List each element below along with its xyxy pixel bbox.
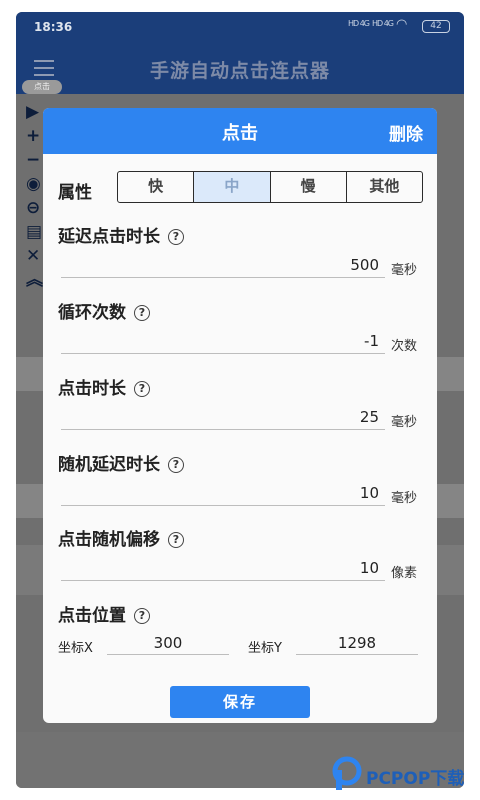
random-delay-unit: 毫秒 bbox=[391, 491, 418, 506]
speed-option-medium[interactable]: 中 bbox=[194, 172, 271, 202]
help-icon[interactable]: ? bbox=[168, 229, 184, 245]
delay-unit: 毫秒 bbox=[391, 263, 418, 278]
random-offset-input[interactable] bbox=[61, 555, 385, 581]
status-bar: 18:36 HD 4G HD 4G ◠ 42 bbox=[16, 12, 464, 42]
status-time: 18:36 bbox=[34, 20, 73, 34]
speed-option-other[interactable]: 其他 bbox=[347, 172, 422, 202]
signal-icon: HD 4G bbox=[372, 19, 394, 28]
field-label-random-offset: 点击随机偏移? bbox=[58, 525, 184, 550]
field-label-random-delay: 随机延迟时长? bbox=[58, 450, 184, 475]
speed-segmented-control: 快 中 慢 其他 bbox=[117, 171, 423, 203]
speed-option-slow[interactable]: 慢 bbox=[271, 172, 347, 202]
coord-x-label: 坐标X bbox=[58, 641, 93, 656]
field-label-text: 点击位置 bbox=[58, 606, 126, 626]
delay-input[interactable] bbox=[61, 252, 385, 278]
help-icon[interactable]: ? bbox=[168, 457, 184, 473]
help-icon[interactable]: ? bbox=[134, 305, 150, 321]
dialog-header: 点击 删除 bbox=[43, 108, 437, 154]
wifi-icon: ◠ bbox=[396, 17, 408, 32]
loop-count-input[interactable] bbox=[61, 328, 385, 354]
coord-y-input[interactable] bbox=[296, 631, 418, 655]
app-title: 手游自动点击连点器 bbox=[149, 60, 330, 82]
help-icon[interactable]: ? bbox=[168, 532, 184, 548]
help-icon[interactable]: ? bbox=[134, 381, 150, 397]
save-button[interactable]: 保存 bbox=[170, 686, 310, 718]
click-duration-input[interactable] bbox=[61, 404, 385, 430]
attribute-label: 属性 bbox=[58, 183, 92, 203]
coord-y-label: 坐标Y bbox=[248, 641, 282, 656]
field-label-loop: 循环次数? bbox=[58, 298, 150, 323]
background-tag: 点击 bbox=[22, 80, 62, 94]
pcpop-logo-icon bbox=[332, 756, 362, 790]
watermark: PCPOP下载 bbox=[332, 756, 480, 796]
speed-option-fast[interactable]: 快 bbox=[118, 172, 195, 202]
field-label-position: 点击位置? bbox=[58, 601, 150, 626]
field-label-delay: 延迟点击时长? bbox=[58, 222, 184, 247]
watermark-text: PCPOP下载 bbox=[366, 769, 465, 789]
delete-button[interactable]: 删除 bbox=[389, 120, 423, 145]
random-delay-input[interactable] bbox=[61, 480, 385, 506]
field-label-text: 点击随机偏移 bbox=[58, 530, 160, 550]
app-bar: 手游自动点击连点器 bbox=[16, 42, 464, 94]
help-icon[interactable]: ? bbox=[134, 608, 150, 624]
coord-x-input[interactable] bbox=[107, 631, 229, 655]
click-settings-dialog: 点击 删除 属性 快 中 慢 其他 延迟点击时长? 毫秒 循环次数? 次数 点击… bbox=[43, 108, 437, 723]
battery-icon: 42 bbox=[422, 20, 450, 33]
field-label-text: 点击时长 bbox=[58, 379, 126, 399]
field-label-duration: 点击时长? bbox=[58, 374, 150, 399]
offset-unit: 像素 bbox=[391, 566, 418, 581]
dialog-title: 点击 bbox=[222, 123, 258, 144]
field-label-text: 循环次数 bbox=[58, 303, 126, 323]
loop-unit: 次数 bbox=[391, 339, 418, 354]
duration-unit: 毫秒 bbox=[391, 415, 418, 430]
field-label-text: 随机延迟时长 bbox=[58, 455, 160, 475]
field-label-text: 延迟点击时长 bbox=[58, 227, 160, 247]
signal-icon: HD 4G bbox=[348, 19, 370, 28]
